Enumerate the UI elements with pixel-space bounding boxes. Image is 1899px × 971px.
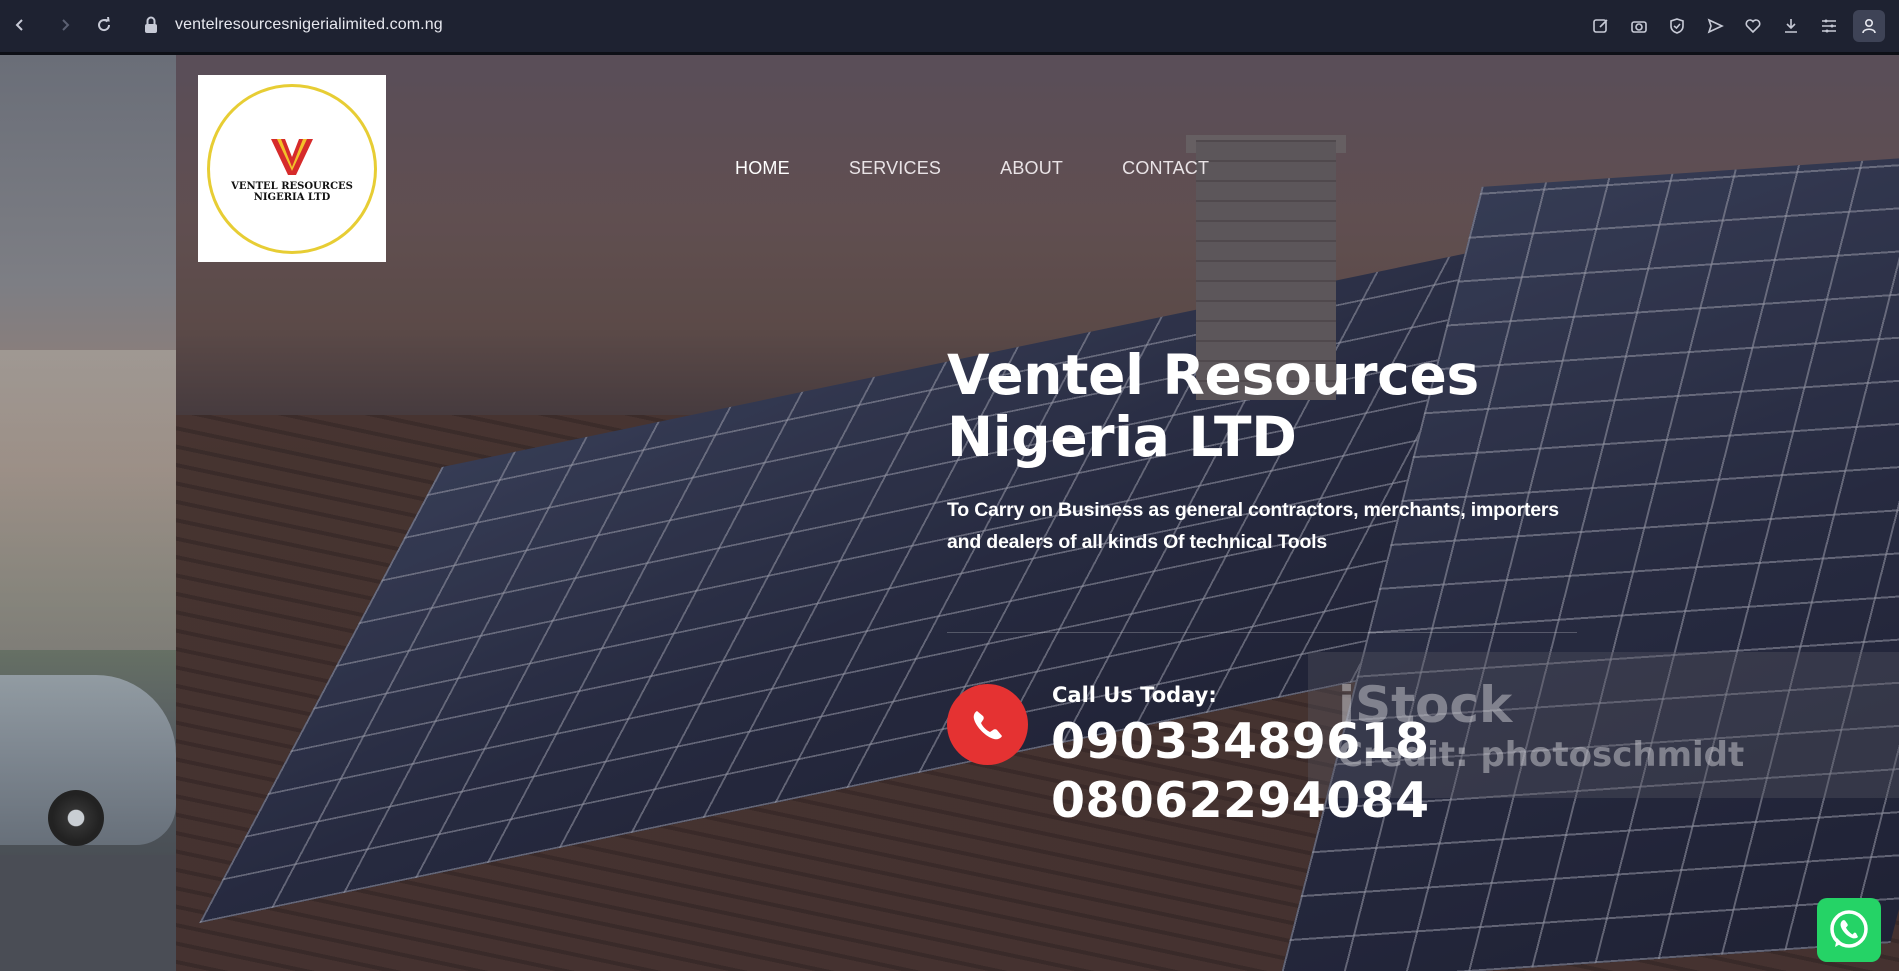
call-us-label: Call Us Today: bbox=[1052, 683, 1217, 707]
whatsapp-icon bbox=[1830, 910, 1868, 948]
phone-call-button[interactable] bbox=[947, 684, 1028, 765]
phone-number-2[interactable]: 08062294084 bbox=[1051, 772, 1429, 830]
logo-text: VENTEL RESOURCES NIGERIA LTD bbox=[231, 180, 353, 203]
whatsapp-button[interactable] bbox=[1817, 898, 1881, 962]
phone-icon bbox=[973, 710, 1002, 739]
reload-icon[interactable] bbox=[91, 12, 117, 38]
nav-about[interactable]: ABOUT bbox=[1000, 158, 1063, 179]
nav-contact[interactable]: CONTACT bbox=[1122, 158, 1209, 179]
forward-icon[interactable] bbox=[52, 12, 78, 38]
shield-icon[interactable] bbox=[1663, 12, 1691, 40]
hero-description: To Carry on Business as general contract… bbox=[947, 499, 1559, 553]
logo-v-mark bbox=[271, 138, 313, 175]
nav-services[interactable]: SERVICES bbox=[849, 158, 941, 179]
profile-icon[interactable] bbox=[1853, 10, 1885, 42]
address-bar[interactable]: ventelresourcesnigerialimited.com.ng bbox=[175, 16, 443, 34]
logo-badge: VENTEL RESOURCES NIGERIA LTD bbox=[207, 83, 377, 254]
browser-tools bbox=[1587, 10, 1885, 42]
lock-icon bbox=[144, 16, 158, 34]
nav-home[interactable]: HOME bbox=[735, 158, 790, 179]
back-icon[interactable] bbox=[7, 12, 33, 38]
main-navigation: HOME SERVICES ABOUT CONTACT bbox=[735, 158, 1268, 179]
site-logo[interactable]: VENTEL RESOURCES NIGERIA LTD bbox=[198, 75, 386, 262]
side-background-image bbox=[0, 55, 176, 971]
download-icon[interactable] bbox=[1777, 12, 1805, 40]
hero-title: Ventel Resources Nigeria LTD bbox=[947, 343, 1479, 469]
camera-icon[interactable] bbox=[1625, 12, 1653, 40]
settings-sliders-icon[interactable] bbox=[1815, 12, 1843, 40]
phone-number-1[interactable]: 09033489618 bbox=[1051, 713, 1429, 771]
edit-icon[interactable] bbox=[1587, 12, 1615, 40]
hero-divider bbox=[947, 632, 1577, 633]
browser-toolbar: ventelresourcesnigerialimited.com.ng bbox=[0, 0, 1899, 52]
heart-icon[interactable] bbox=[1739, 12, 1767, 40]
send-icon[interactable] bbox=[1701, 12, 1729, 40]
